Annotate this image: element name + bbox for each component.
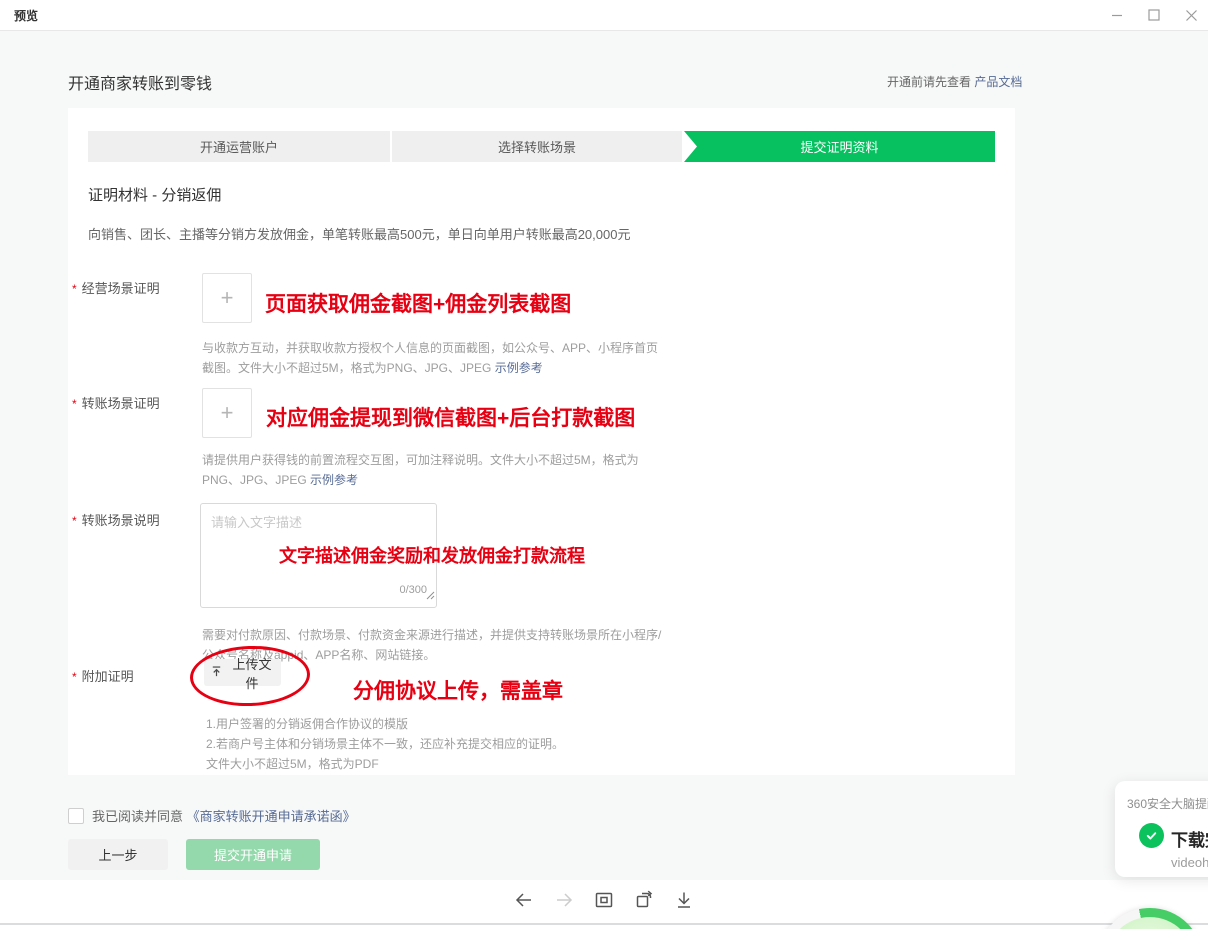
agreement-row: 我已阅读并同意 《商家转账开通申请承诺函》 [68,806,356,825]
upload-button-label: 上传文件 [229,654,275,692]
label-extra-proof: * 附加证明 [72,666,134,685]
label-business-scene: * 经营场景证明 [72,278,160,297]
helper-line: 2.若商户号主体和分销场景主体不一致，还应补充提交相应的证明。 [206,734,564,754]
helper-business-scene: 与收款方互动，并获取收款方授权个人信息的页面截图，如公众号、APP、小程序首页截… [202,338,664,378]
toolbar-icons [512,888,696,912]
helper-text: 与收款方互动，并获取收款方授权个人信息的页面截图，如公众号、APP、小程序首页截… [202,341,658,375]
upload-box-transfer-proof[interactable]: + [202,388,252,438]
page-title: 开通商家转账到零钱 [68,70,212,94]
prev-step-button[interactable]: 上一步 [68,839,168,870]
maximize-icon[interactable] [1147,8,1161,22]
download-icon[interactable] [672,888,696,912]
required-asterisk: * [72,670,77,684]
example-link-business-scene[interactable]: 示例参考 [495,361,543,375]
step-submit-proof-active[interactable]: 提交证明资料 [684,131,995,162]
notification-popup[interactable]: 360安全大脑提醒 下载完成 videoh [1115,781,1208,877]
red-annotation-business-scene: 页面获取佣金截图+佣金列表截图 [265,288,571,318]
window-controls [1110,0,1198,30]
label-transfer-proof: * 转账场景证明 [72,393,160,412]
fit-window-icon[interactable] [592,888,616,912]
upload-box-business-scene[interactable]: + [202,273,252,323]
label-transfer-desc: * 转账场景说明 [72,510,160,529]
agreement-link[interactable]: 《商家转账开通申请承诺函》 [187,809,356,824]
bottom-toolbar [0,880,1208,929]
step-choose-scene[interactable]: 选择转账场景 [392,131,682,162]
submit-application-button[interactable]: 提交开通申请 [186,839,320,870]
window-bottom-divider [0,923,1208,925]
plus-icon: + [221,402,234,424]
agreement-prefix: 我已阅读并同意 [92,809,187,824]
plus-icon: + [221,287,234,309]
helper-line: 文件大小不超过5M，格式为PDF [206,754,564,774]
close-icon[interactable] [1184,8,1198,22]
label-text: 转账场景说明 [82,513,160,528]
label-text: 附加证明 [82,669,134,684]
helper-transfer-proof: 请提供用户获得钱的前置流程交互图，可加注释说明。文件大小不超过5M，格式为PNG… [202,450,652,490]
notification-app-title: 360安全大脑提醒 [1127,795,1208,812]
required-asterisk: * [72,397,77,411]
label-text: 转账场景证明 [82,396,160,411]
page-body: 开通商家转账到零钱 开通前请先查看 产品文档 开通运营账户 选择转账场景 提交证… [0,30,1208,929]
red-annotation-transfer-proof: 对应佣金提现到微信截图+后台打款截图 [266,402,635,432]
back-icon[interactable] [512,888,536,912]
minimize-icon[interactable] [1110,8,1124,22]
red-annotation-transfer-desc: 文字描述佣金奖励和发放佣金打款流程 [279,542,585,568]
window-title: 预览 [14,7,38,24]
agreement-text: 我已阅读并同意 《商家转账开通申请承诺函》 [92,806,356,825]
upload-icon [210,665,223,681]
red-annotation-extra-proof: 分佣协议上传，需盖章 [353,675,563,705]
notification-filename: videoh [1171,855,1208,870]
notification-status: 下载完成 [1171,826,1208,851]
rotate-icon[interactable] [632,888,656,912]
forward-icon[interactable] [552,888,576,912]
doc-hint: 开通前请先查看 产品文档 [887,73,1022,90]
step-open-account[interactable]: 开通运营账户 [88,131,390,162]
section-title: 证明材料 - 分销返佣 [88,184,221,205]
product-doc-link[interactable]: 产品文档 [974,75,1022,89]
required-asterisk: * [72,514,77,528]
agreement-checkbox[interactable] [68,808,84,824]
doc-hint-text: 开通前请先查看 [887,75,974,89]
section-description: 向销售、团长、主播等分销方发放佣金，单笔转账最高500元，单日向单用户转账最高2… [88,224,630,243]
form-card: 开通运营账户 选择转账场景 提交证明资料 证明材料 - 分销返佣 向销售、团长、… [68,108,1015,775]
upload-file-button[interactable]: 上传文件 [204,659,281,686]
titlebar: 预览 [0,0,1208,31]
char-counter: 0/300 [399,584,427,596]
helper-text: 请提供用户获得钱的前置流程交互图，可加注释说明。文件大小不超过5M，格式为PNG… [202,453,639,487]
example-link-transfer-proof[interactable]: 示例参考 [310,473,358,487]
label-text: 经营场景证明 [82,281,160,296]
required-asterisk: * [72,282,77,296]
resize-grip-icon[interactable] [425,587,435,605]
helper-extra-proof: 1.用户签署的分销返佣合作协议的模版 2.若商户号主体和分销场景主体不一致，还应… [206,714,564,774]
step-bar: 开通运营账户 选择转账场景 提交证明资料 [88,131,995,162]
check-circle-icon [1139,823,1164,848]
app-window: 预览 开通商家转账到零钱 开通前请先查看 产品文档 开通运营账户 选择转账场景 … [0,0,1208,929]
360-ball-inner [1106,917,1194,929]
helper-line: 1.用户签署的分销返佣合作协议的模版 [206,714,564,734]
